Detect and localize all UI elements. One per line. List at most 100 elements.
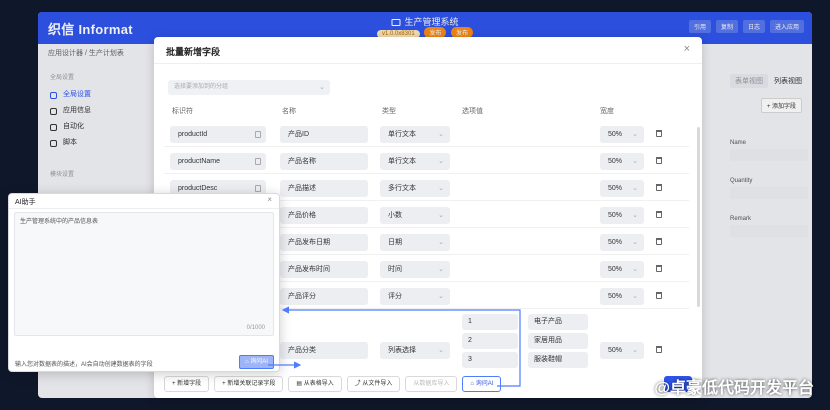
type-select[interactable]: 评分 ⌄	[380, 288, 450, 305]
chevron-down-icon: ⌄	[632, 342, 638, 359]
delete-icon[interactable]	[656, 184, 662, 191]
width-value: 50%	[608, 239, 622, 246]
ai-hint-text: 输入您对数据表的描述，AI会自动创建数据表的字段	[15, 359, 153, 368]
chevron-down-icon: ⌄	[632, 207, 638, 224]
delete-icon[interactable]	[656, 265, 662, 272]
close-icon[interactable]: ×	[267, 195, 272, 204]
import-from-file-button[interactable]: ⤴ 从文件导入	[347, 376, 401, 392]
width-select[interactable]: 50% ⌄	[600, 153, 644, 170]
width-value: 50%	[608, 158, 622, 165]
type-value: 单行文本	[388, 131, 416, 138]
chevron-down-icon: ⌄	[438, 234, 444, 251]
option-value-input[interactable]: 服装鞋帽	[528, 352, 588, 368]
modal-footer: + 新增字段 + 新增关联记录字段 ▤ 从表格导入 ⤴ 从文件导入 从数据库导入…	[164, 376, 501, 392]
modal-title: 批量新增字段	[166, 45, 220, 58]
name-input[interactable]: 产品发布日期	[280, 234, 368, 251]
import-file-label: 从文件导入	[362, 381, 392, 387]
type-value: 单行文本	[388, 158, 416, 165]
name-input[interactable]: 产品名称	[280, 153, 368, 170]
watermark-text: @卓豪低代码开发平台	[654, 374, 814, 398]
col-header-width: 宽度	[600, 106, 614, 116]
group-select-placeholder: 选择要添加到的分组	[174, 84, 228, 90]
copy-icon[interactable]	[255, 158, 261, 165]
ask-ai-send-button[interactable]: ⌂ 询问AI	[239, 355, 274, 369]
delete-icon[interactable]	[656, 292, 662, 299]
chevron-down-icon: ⌄	[438, 126, 444, 143]
width-value: 50%	[608, 131, 622, 138]
ai-panel-title: AI助手	[15, 197, 36, 207]
close-icon[interactable]: ×	[684, 43, 690, 55]
type-value: 多行文本	[388, 185, 416, 192]
chevron-down-icon: ⌄	[438, 288, 444, 305]
chevron-down-icon: ⌄	[438, 261, 444, 278]
width-value: 50%	[608, 293, 622, 300]
option-key-input[interactable]: 2	[462, 333, 518, 349]
width-select[interactable]: 50%⌄	[600, 234, 644, 251]
copy-icon[interactable]	[255, 131, 261, 138]
width-value: 50%	[608, 266, 622, 273]
option-value-input[interactable]: 电子产品	[528, 314, 588, 330]
type-select[interactable]: 小数⌄	[380, 207, 450, 224]
ai-panel-header: AI助手 ×	[9, 194, 279, 209]
chevron-down-icon: ⌄	[632, 261, 638, 278]
width-select[interactable]: 50%⌄	[600, 207, 644, 224]
col-header-id: 标识符	[172, 106, 193, 116]
name-input[interactable]: 产品价格	[280, 207, 368, 224]
type-select[interactable]: 时间 ⌄	[380, 261, 450, 278]
modal-scrollbar[interactable]	[697, 127, 700, 307]
char-counter: 0/1000	[247, 325, 265, 331]
ai-prompt-text: 生产管理系统中的产品信息表	[20, 219, 98, 225]
identifier-input[interactable]: productName	[170, 153, 266, 170]
name-input[interactable]: 产品评分	[280, 288, 368, 305]
type-value: 时间	[388, 266, 402, 273]
ai-prompt-textarea[interactable]: 生产管理系统中的产品信息表 0/1000	[14, 212, 274, 336]
add-field-button[interactable]: + 新增字段	[164, 376, 209, 392]
add-relation-field-button[interactable]: + 新增关联记录字段	[214, 376, 283, 392]
group-select[interactable]: 选择要添加到的分组 ⌄	[168, 80, 330, 95]
col-header-type: 类型	[382, 106, 396, 116]
option-key-input[interactable]: 3	[462, 352, 518, 368]
name-input[interactable]: 产品发布时间	[280, 261, 368, 278]
ai-assistant-panel: AI助手 × 生产管理系统中的产品信息表 0/1000 输入您对数据表的描述，A…	[8, 193, 280, 372]
chevron-down-icon: ⌄	[438, 153, 444, 170]
width-select[interactable]: 50%⌄	[600, 180, 644, 197]
ask-ai-button[interactable]: ⌂ 询问AI	[462, 376, 501, 392]
identifier-value: productId	[178, 131, 207, 138]
type-value: 小数	[388, 212, 402, 219]
type-select[interactable]: 单行文本 ⌄	[380, 126, 450, 143]
type-select[interactable]: 多行文本 ⌄	[380, 180, 450, 197]
delete-icon[interactable]	[656, 211, 662, 218]
type-value: 列表选择	[388, 347, 416, 354]
option-key-input[interactable]: 1	[462, 314, 518, 330]
identifier-input[interactable]: productId	[170, 126, 266, 143]
option-value-input[interactable]: 家居用品	[528, 333, 588, 349]
field-row: productName 产品名称 单行文本 ⌄ 50% ⌄	[164, 147, 689, 174]
table-icon: ▤	[296, 381, 303, 387]
width-select[interactable]: 50% ⌄	[600, 342, 644, 359]
chevron-down-icon: ⌄	[438, 180, 444, 197]
chevron-down-icon: ⌄	[632, 126, 638, 143]
copy-icon[interactable]	[255, 185, 261, 192]
name-input[interactable]: 产品分类	[280, 342, 368, 359]
name-input[interactable]: 产品描述	[280, 180, 368, 197]
width-select[interactable]: 50% ⌄	[600, 288, 644, 305]
type-select[interactable]: 日期⌄	[380, 234, 450, 251]
chevron-down-icon: ⌄	[632, 288, 638, 305]
type-select[interactable]: 列表选择⌄	[380, 342, 450, 359]
import-from-db-button[interactable]: 从数据库导入	[405, 376, 457, 392]
width-select[interactable]: 50% ⌄	[600, 126, 644, 143]
name-input[interactable]: 产品ID	[280, 126, 368, 143]
delete-icon[interactable]	[656, 346, 662, 353]
identifier-value: productName	[178, 158, 220, 165]
type-select[interactable]: 单行文本 ⌄	[380, 153, 450, 170]
delete-icon[interactable]	[656, 157, 662, 164]
chevron-down-icon: ⌄	[632, 153, 638, 170]
width-select[interactable]: 50% ⌄	[600, 261, 644, 278]
import-from-table-button[interactable]: ▤ 从表格导入	[288, 376, 341, 392]
delete-icon[interactable]	[656, 238, 662, 245]
type-value: 评分	[388, 293, 402, 300]
ask-ai-send-label: 询问AI	[250, 359, 268, 365]
width-value: 50%	[608, 347, 622, 354]
modal-header: 批量新增字段 ×	[154, 37, 702, 64]
delete-icon[interactable]	[656, 130, 662, 137]
